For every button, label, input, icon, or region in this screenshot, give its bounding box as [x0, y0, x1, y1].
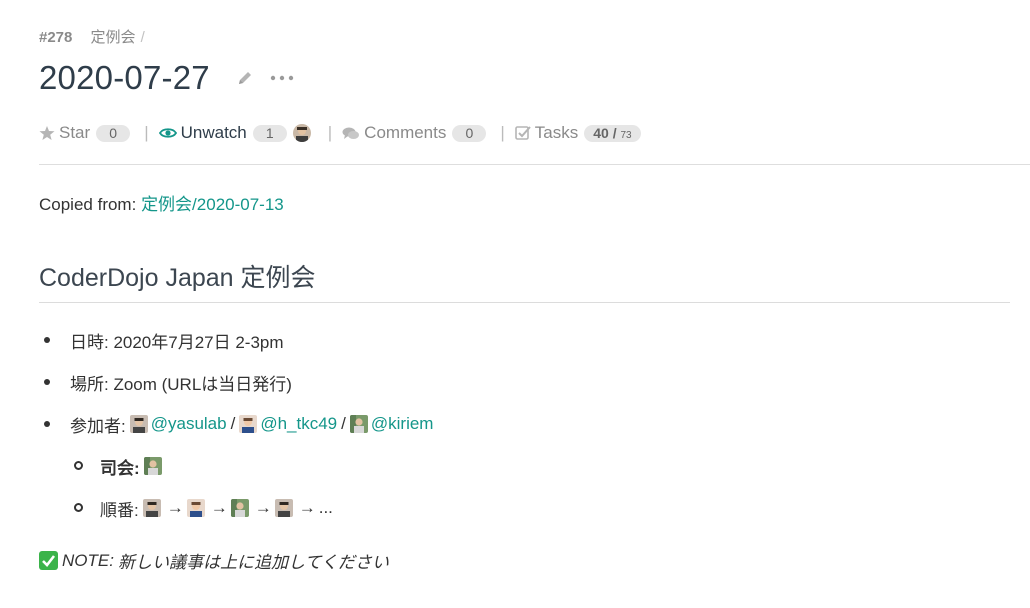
sublist-item-order: 順番: → → → → ...: [74, 497, 333, 520]
comments-count: 0: [452, 124, 487, 142]
comments-icon: [342, 127, 360, 139]
avatar-kiriem: [349, 415, 368, 433]
divider-line: [39, 164, 1030, 165]
note-label: NOTE:: [62, 550, 114, 570]
divider: |: [144, 123, 149, 142]
watcher-avatar[interactable]: [292, 124, 311, 142]
participant-separator: /: [341, 414, 346, 433]
sub-bullet: [74, 461, 83, 470]
arrow: →: [254, 498, 272, 517]
pencil-icon[interactable]: [236, 69, 254, 87]
note-line: NOTE: 新しい議事は上に追加してください: [39, 548, 389, 573]
page-title: 2020-07-27: [39, 59, 210, 96]
copied-prefix: Copied from:: [39, 195, 137, 214]
avatar-host: [143, 457, 162, 475]
comments-button[interactable]: Comments 0: [342, 123, 487, 143]
issue-number[interactable]: #278: [39, 29, 72, 46]
ellipsis: ...: [318, 498, 333, 517]
bullet: [44, 379, 50, 385]
more-options-icon[interactable]: [270, 74, 294, 82]
bullet: [44, 337, 50, 343]
user-link-h-tkc49[interactable]: @h_tkc49: [260, 414, 337, 434]
unwatch-label: Unwatch: [180, 123, 247, 142]
sub-bullet: [74, 503, 83, 512]
sublist-item-host: 司会:: [74, 455, 165, 478]
star-button[interactable]: Star 0: [39, 123, 131, 143]
tasks-label: Tasks: [534, 123, 579, 142]
datetime-text: 日時: 2020年7月27日 2-3pm: [70, 332, 284, 352]
unwatch-button[interactable]: Unwatch 1: [158, 123, 314, 143]
heading-underline: [39, 302, 1010, 303]
user-link-yasulab[interactable]: @yasulab: [151, 414, 227, 434]
tasks-separator: /: [612, 124, 617, 141]
participants-label: 参加者:: [70, 416, 126, 436]
section-heading: CoderDojo Japan 定例会: [39, 264, 316, 292]
avatar-order-1: [142, 499, 161, 517]
copied-from: Copied from: 定例会/2020-07-13: [39, 190, 284, 215]
avatar-h-tkc49: [239, 415, 258, 433]
participant-separator: /: [230, 414, 236, 433]
tasks-button[interactable]: Tasks 40 / 73: [514, 123, 641, 143]
list-item-datetime: 日時: 2020年7月27日 2-3pm: [44, 329, 284, 352]
title-row: 2020-07-27: [39, 58, 294, 98]
tasks-count: 40 / 73: [584, 124, 641, 142]
list-item-participants: 参加者: @yasulab / @h_tkc49 / @kiriem: [44, 413, 434, 436]
category-link[interactable]: 定例会: [91, 29, 136, 46]
arrow: →: [166, 498, 184, 517]
note-text: 新しい議事は上に追加してください: [117, 553, 389, 572]
order-label: 順番:: [100, 500, 139, 520]
star-count: 0: [96, 124, 131, 142]
watch-count: 1: [252, 124, 287, 142]
copied-source-link[interactable]: 定例会/2020-07-13: [141, 195, 284, 214]
arrow: →: [298, 498, 316, 517]
arrow: →: [210, 498, 228, 517]
meta-bar: Star 0 | Unwatch 1 | Comments 0 | Tasks …: [39, 122, 641, 144]
list-item-place: 場所: Zoom (URLは当日発行): [44, 371, 292, 394]
breadcrumb: #278 定例会 /: [39, 26, 145, 47]
bullet: [44, 421, 50, 427]
check-mark-icon: [39, 551, 58, 570]
tasks-total: 73: [620, 129, 632, 141]
host-label: 司会:: [100, 458, 140, 478]
divider: |: [327, 123, 333, 142]
avatar-order-2: [186, 499, 205, 517]
comments-label: Comments: [364, 123, 447, 142]
breadcrumb-separator: /: [140, 29, 145, 46]
user-link-kiriem[interactable]: @kiriem: [371, 414, 434, 434]
avatar-yasulab: [129, 415, 148, 433]
avatar-order-3: [230, 499, 249, 517]
tasks-done: 40: [593, 124, 609, 141]
checkbox-icon: [514, 126, 531, 140]
eye-icon: [158, 128, 177, 138]
place-text: 場所: Zoom (URLは当日発行): [70, 374, 292, 394]
star-label: Star: [59, 123, 91, 142]
star-icon: [39, 126, 55, 140]
divider: |: [500, 123, 505, 142]
avatar-order-4: [274, 499, 293, 517]
